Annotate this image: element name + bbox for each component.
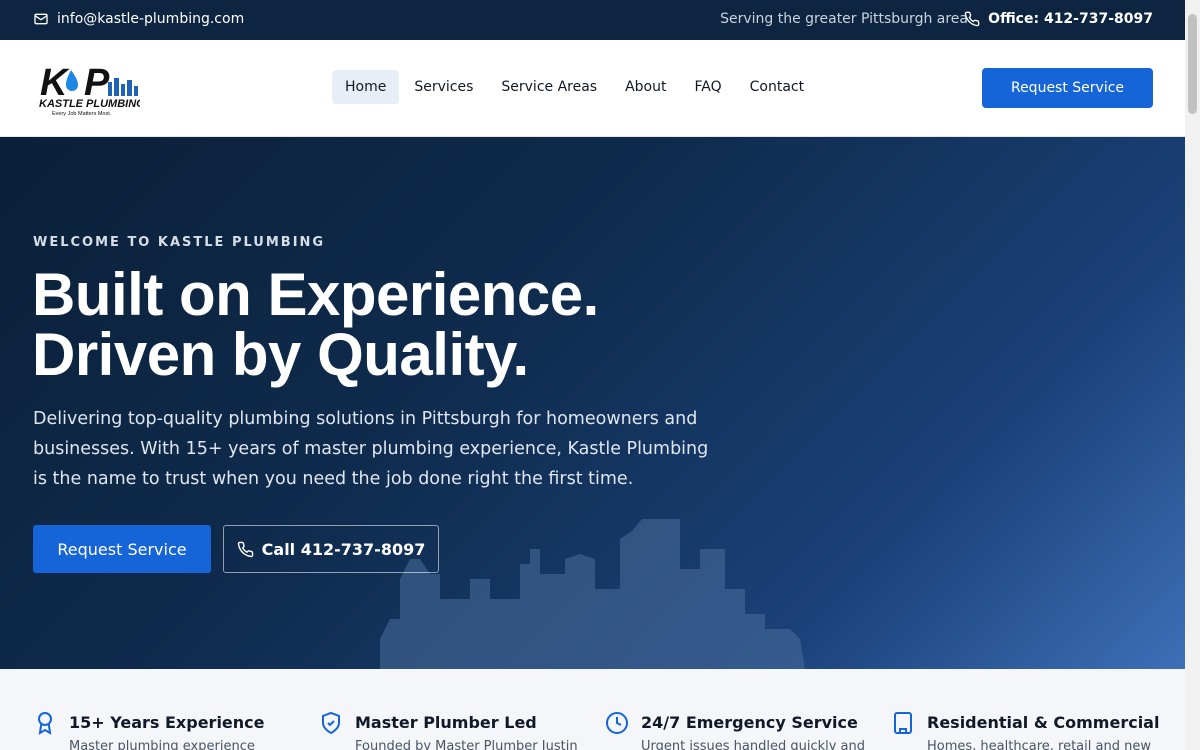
logo-brand: KASTLE PLUMBING xyxy=(39,98,140,110)
clock-icon xyxy=(606,712,628,734)
email-text: info@kastle-plumbing.com xyxy=(57,11,245,27)
nav-services[interactable]: Services xyxy=(401,70,486,104)
feature-title: 24/7 Emergency Service xyxy=(641,713,858,732)
top-bar: info@kastle-plumbing.com Serving the gre… xyxy=(0,0,1185,40)
hero-call-button-label: Call 412-737-8097 xyxy=(261,539,426,559)
phone-icon xyxy=(237,541,253,557)
nav-faq[interactable]: FAQ xyxy=(682,70,735,104)
scrollbar-thumb[interactable] xyxy=(1188,14,1197,114)
skyline-illustration xyxy=(380,519,805,669)
hero-eyebrow: WELCOME TO KASTLE PLUMBING xyxy=(33,235,326,250)
office-phone-text: Office: 412-737-8097 xyxy=(988,11,1153,27)
feature-title: 15+ Years Experience xyxy=(69,713,265,732)
shield-check-icon xyxy=(322,711,340,735)
phone-icon xyxy=(964,11,980,27)
email-link[interactable]: info@kastle-plumbing.com xyxy=(33,11,244,27)
nav-about[interactable]: About xyxy=(612,70,679,104)
logo-tagline: Every Job Matters Most. xyxy=(52,111,112,117)
hero-headline: Built on Experience. Driven by Quality. xyxy=(32,265,599,385)
site-header: K P KASTLE PLUMBING Every Job Matters Mo… xyxy=(0,40,1185,137)
hero-call-button[interactable]: Call 412-737-8097 xyxy=(223,525,439,573)
page-scrollbar[interactable] xyxy=(1185,0,1200,750)
hero-lead-text: Delivering top-quality plumbing solution… xyxy=(33,409,709,489)
main-nav: Home Services Service Areas About FAQ Co… xyxy=(332,70,817,104)
building-icon xyxy=(894,712,912,734)
feature-desc: Urgent issues handled quickly and xyxy=(641,739,866,750)
feature-desc: Founded by Master Plumber Justin xyxy=(355,739,578,750)
hero-request-service-button[interactable]: Request Service xyxy=(33,525,211,573)
kastle-plumbing-logo[interactable]: K P KASTLE PLUMBING Every Job Matters Mo… xyxy=(38,60,140,118)
feature-title: Master Plumber Led xyxy=(355,713,537,732)
hero-headline-line-1: Built on Experience. xyxy=(32,261,599,328)
hero-headline-line-2: Driven by Quality. xyxy=(32,321,529,388)
award-icon xyxy=(38,712,52,735)
nav-home[interactable]: Home xyxy=(332,70,400,104)
header-request-service-button[interactable]: Request Service xyxy=(982,68,1153,108)
mail-icon xyxy=(34,13,48,25)
features-strip: 15+ Years Experience Master plumbing exp… xyxy=(0,669,1185,750)
nav-contact[interactable]: Contact xyxy=(737,70,817,104)
office-phone-link[interactable]: Office: 412-737-8097 xyxy=(964,11,1153,27)
hero-section: WELCOME TO KASTLE PLUMBING Built on Expe… xyxy=(0,137,1185,669)
service-area-text: Serving the greater Pittsburgh area xyxy=(720,11,968,27)
feature-desc: Master plumbing experience xyxy=(69,739,255,750)
nav-service-areas[interactable]: Service Areas xyxy=(488,70,610,104)
feature-desc: Homes, healthcare, retail and new xyxy=(927,739,1151,750)
feature-title: Residential & Commercial xyxy=(927,713,1160,732)
